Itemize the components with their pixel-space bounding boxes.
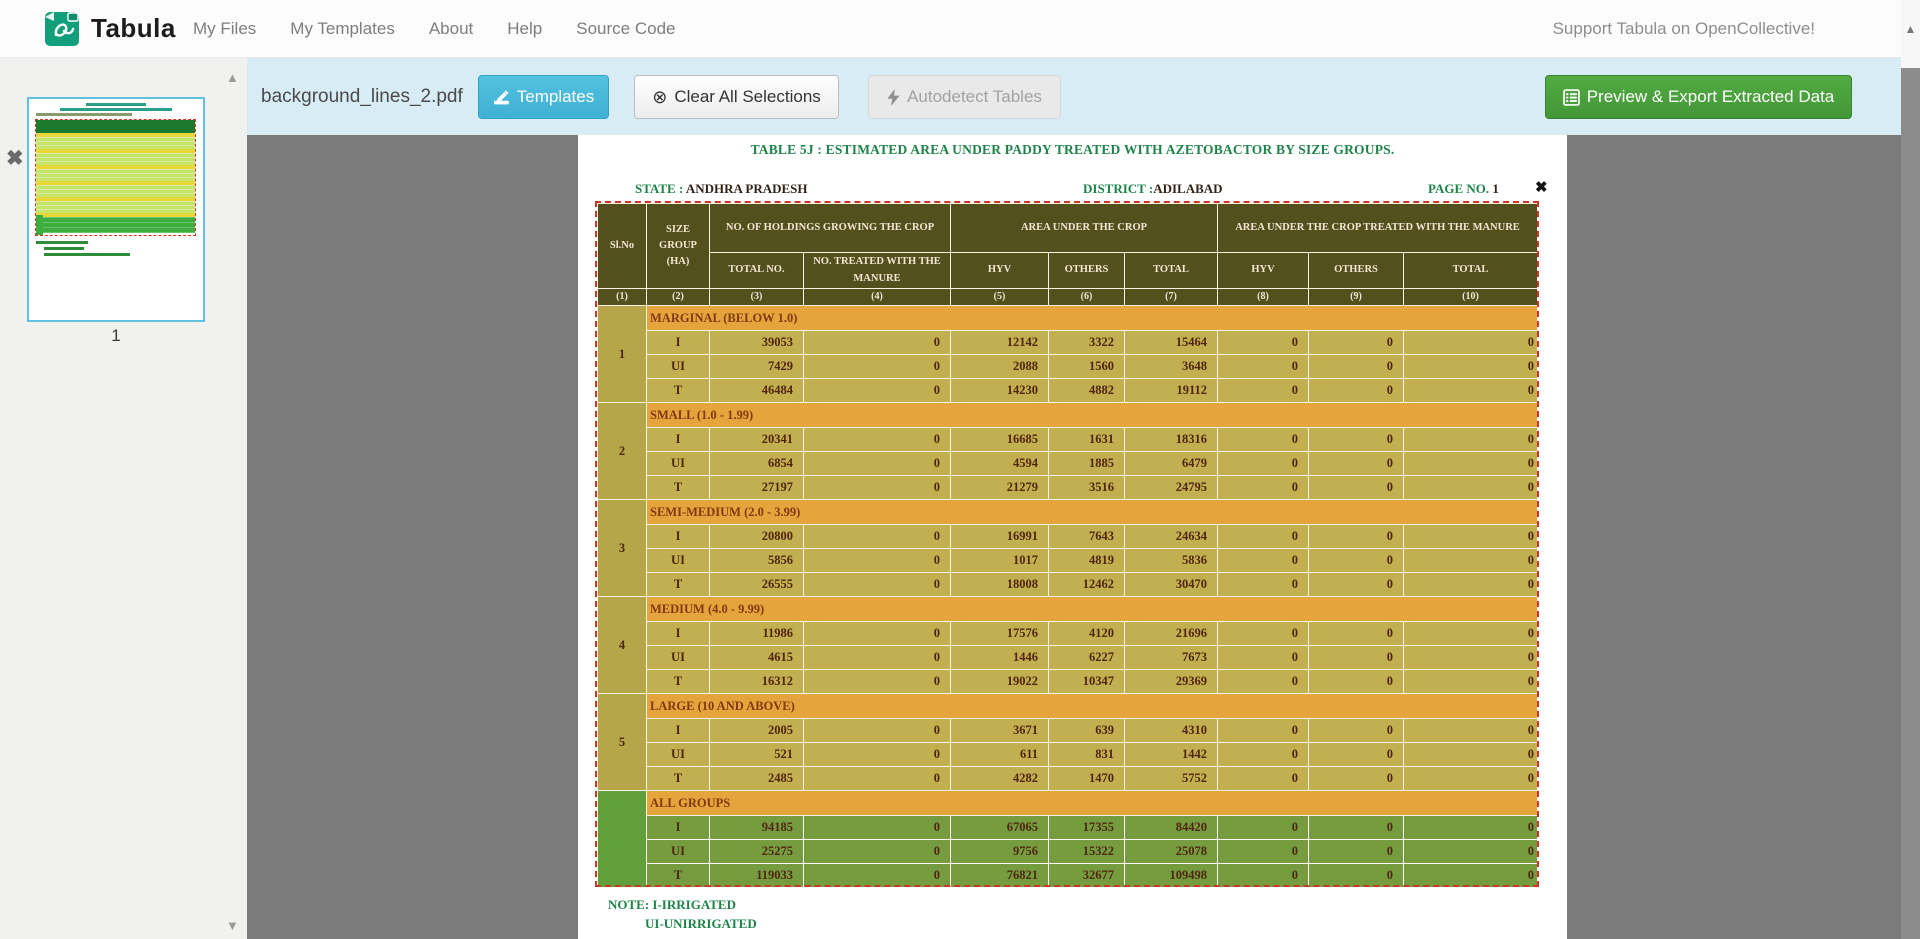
pdf-filename: background_lines_2.pdf	[261, 58, 463, 135]
main-scrollbar[interactable]: ▲	[1901, 0, 1920, 939]
clear-all-selections-button[interactable]: ⊗ Clear All Selections	[634, 75, 839, 119]
sidebar-scroll-down-icon[interactable]: ▼	[226, 918, 239, 933]
scrollbar-thumb[interactable]	[1901, 68, 1920, 939]
selection-box[interactable]	[595, 201, 1539, 887]
pdf-district-line: DISTRICT :ADILABAD	[1083, 181, 1223, 197]
thumbnail-page-number: 1	[27, 326, 205, 346]
nav-my-files[interactable]: My Files	[193, 19, 256, 39]
nav-about[interactable]: About	[429, 19, 473, 39]
sidebar-scroll-up-icon[interactable]: ▲	[226, 70, 239, 85]
pdf-note-line1: NOTE: I-IRRIGATED	[608, 897, 736, 913]
scrollbar-up-icon[interactable]: ▲	[1901, 22, 1920, 36]
toolbar: background_lines_2.pdf Templates ⊗ Clear…	[247, 58, 1901, 135]
preview-export-label: Preview & Export Extracted Data	[1587, 87, 1835, 107]
selection-close-icon[interactable]: ✖	[1535, 178, 1548, 196]
lightning-icon	[887, 89, 900, 106]
templates-button[interactable]: Templates	[478, 75, 609, 119]
thumb-note-line	[44, 247, 84, 250]
remove-file-icon[interactable]: ✖	[6, 146, 24, 171]
autodetect-label: Autodetect Tables	[907, 87, 1042, 107]
clear-selections-label: Clear All Selections	[674, 87, 820, 107]
brand-title: Tabula	[91, 13, 176, 44]
pdf-page[interactable]: TABLE 5J : ESTIMATED AREA UNDER PADDY TR…	[578, 135, 1567, 939]
document-viewport: TABLE 5J : ESTIMATED AREA UNDER PADDY TR…	[247, 135, 1901, 939]
templates-label: Templates	[517, 87, 594, 107]
nav-links: My Files My Templates About Help Source …	[193, 0, 675, 58]
pdf-pageno-line: PAGE NO. 1	[1428, 181, 1499, 197]
nav-help[interactable]: Help	[507, 19, 542, 39]
lock-icon	[68, 9, 78, 21]
thumb-state-line	[36, 113, 132, 116]
nav-my-templates[interactable]: My Templates	[290, 19, 395, 39]
support-link[interactable]: Support Tabula on OpenCollective!	[1553, 0, 1815, 58]
thumb-note-line	[44, 253, 130, 256]
thumb-note-line	[36, 241, 88, 244]
templates-icon	[493, 89, 510, 106]
page-thumbnail[interactable]	[27, 97, 205, 322]
nav-source-code[interactable]: Source Code	[576, 19, 675, 39]
preview-export-button[interactable]: Preview & Export Extracted Data	[1545, 75, 1852, 119]
autodetect-tables-button[interactable]: Autodetect Tables	[868, 75, 1061, 119]
pdf-note-line2: UI-UNIRRIGATED	[645, 916, 757, 932]
navbar: Tabula My Files My Templates About Help …	[0, 0, 1901, 58]
brand-link[interactable]: Tabula	[44, 9, 176, 47]
thumb-title-line	[86, 103, 146, 106]
table-list-icon	[1563, 89, 1580, 106]
thumb-title-line	[60, 108, 172, 111]
clear-selections-icon: ⊗	[652, 88, 667, 106]
tabula-app: Tabula My Files My Templates About Help …	[0, 0, 1920, 939]
sidebar: ✖ 1 ▲ ▼	[0, 58, 247, 939]
tabula-logo-icon	[44, 9, 82, 47]
thumb-table-selection	[35, 119, 196, 236]
pdf-state-line: STATE : ANDHRA PRADESH	[635, 181, 808, 197]
pdf-table-title: TABLE 5J : ESTIMATED AREA UNDER PADDY TR…	[578, 142, 1567, 158]
